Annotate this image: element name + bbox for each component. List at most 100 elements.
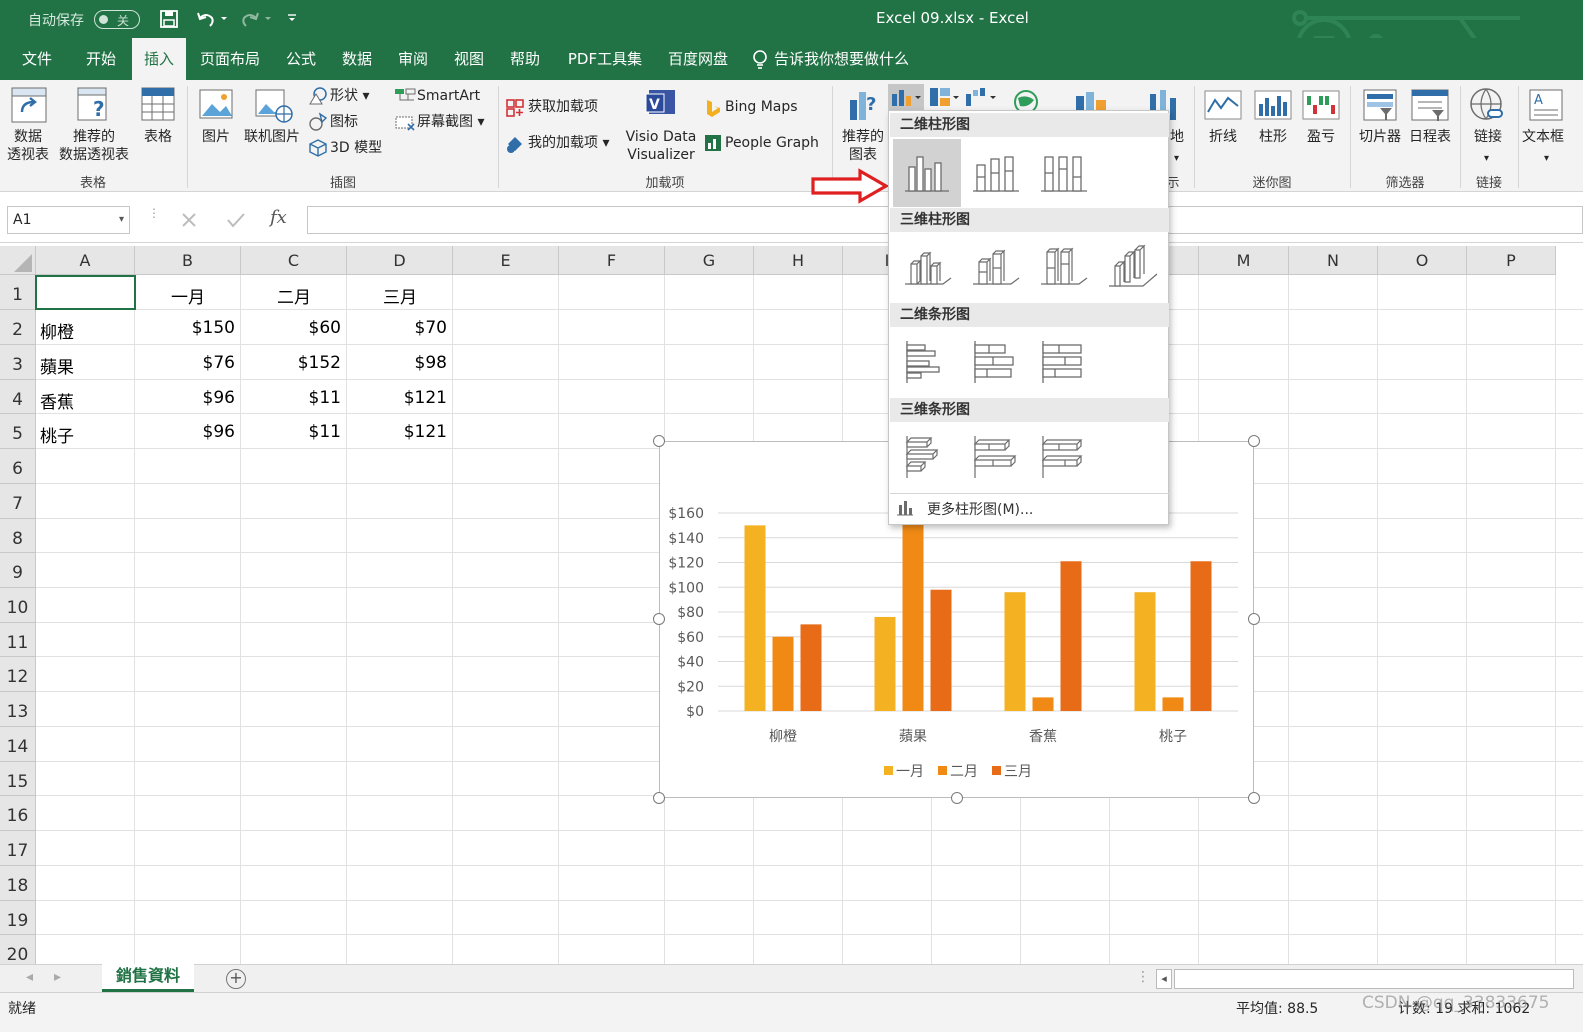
dropdown-arrow[interactable]: ▾ <box>1544 150 1549 168</box>
timeline-button[interactable]: 日程表 <box>1404 128 1456 146</box>
save-icon[interactable] <box>160 10 178 28</box>
chart-bar[interactable] <box>744 525 766 711</box>
tab-home[interactable]: 开始 <box>76 38 126 80</box>
chart-bar[interactable] <box>800 624 822 711</box>
people-graph-button[interactable]: People Graph <box>725 134 819 152</box>
row-header[interactable]: 17 <box>0 831 36 866</box>
link-button[interactable]: 链接 <box>1464 128 1512 146</box>
scroll-left-icon[interactable]: ◂ <box>26 969 33 985</box>
cell[interactable]: $11 <box>241 388 341 408</box>
chart-bar[interactable] <box>1162 697 1184 711</box>
3d-stacked-bar-option[interactable] <box>965 426 1027 488</box>
tab-pdf-tools[interactable]: PDF工具集 <box>562 38 648 80</box>
slicer-button[interactable]: 切片器 <box>1354 128 1406 146</box>
cell[interactable]: $76 <box>135 353 235 373</box>
split-handle-icon[interactable]: ⋮ <box>1136 969 1150 985</box>
3d-clustered-column-option[interactable] <box>897 236 959 298</box>
row-header[interactable]: 10 <box>0 588 36 623</box>
column-header[interactable]: D <box>347 246 453 275</box>
cell[interactable]: 香蕉 <box>40 388 74 413</box>
chart-bar[interactable] <box>902 522 924 711</box>
visio-data-visualizer-button[interactable]: Visio Data Visualizer <box>620 128 702 164</box>
tab-view[interactable]: 视图 <box>446 38 492 80</box>
row-header[interactable]: 6 <box>0 449 36 484</box>
insert-function-icon[interactable]: fx <box>270 207 287 228</box>
column-header[interactable]: F <box>559 246 665 275</box>
column-header[interactable]: N <box>1289 246 1378 275</box>
recommended-pivot-button[interactable]: 推荐的 数据透视表 <box>54 128 134 164</box>
100-stacked-column-option[interactable] <box>1033 143 1095 205</box>
sheet-tab[interactable]: 銷售資料 <box>102 964 194 992</box>
tab-insert[interactable]: 插入 <box>132 38 186 80</box>
tab-help[interactable]: 帮助 <box>502 38 548 80</box>
cell[interactable]: $98 <box>347 353 447 373</box>
row-header[interactable]: 13 <box>0 692 36 727</box>
cell[interactable]: $121 <box>347 388 447 408</box>
my-addins-button[interactable]: 我的加载项 ▾ <box>528 134 609 152</box>
column-header[interactable]: A <box>36 246 135 275</box>
row-header[interactable]: 9 <box>0 553 36 588</box>
table-button[interactable]: 表格 <box>136 128 180 146</box>
add-sheet-icon[interactable]: + <box>226 969 246 989</box>
dropdown-arrow[interactable]: ▾ <box>1484 150 1489 168</box>
pivot-table-button[interactable]: 数据 透视表 <box>2 128 54 164</box>
stacked-column-option[interactable] <box>965 143 1027 205</box>
dropdown-arrow[interactable]: ▾ <box>1174 150 1179 168</box>
sparkline-column-button[interactable]: 柱形 <box>1250 128 1296 146</box>
redo-icon[interactable] <box>240 10 274 28</box>
row-header[interactable]: 15 <box>0 762 36 796</box>
clustered-bar-option[interactable] <box>897 331 959 393</box>
cell[interactable]: $60 <box>241 318 341 338</box>
chart-resize-handle[interactable] <box>653 792 665 804</box>
column-header[interactable]: O <box>1378 246 1467 275</box>
tab-formulas[interactable]: 公式 <box>278 38 324 80</box>
stacked-bar-option[interactable] <box>965 331 1027 393</box>
online-picture-button[interactable]: 联机图片 <box>240 128 304 146</box>
undo-icon[interactable] <box>196 10 230 28</box>
3d-100-stacked-column-option[interactable] <box>1033 236 1095 298</box>
get-addins-button[interactable]: 获取加载项 <box>528 98 598 116</box>
hscroll-left-button[interactable]: ◂ <box>1156 969 1172 989</box>
chart-resize-handle[interactable] <box>1248 435 1260 447</box>
chart-resize-handle[interactable] <box>653 435 665 447</box>
chevron-down-icon[interactable]: ▾ <box>119 207 124 233</box>
autosave-toggle[interactable]: 关 <box>94 10 140 29</box>
column-header[interactable]: G <box>665 246 754 275</box>
chart-bar[interactable] <box>1032 697 1054 711</box>
bing-maps-button[interactable]: Bing Maps <box>725 98 798 116</box>
chart-resize-handle[interactable] <box>951 792 963 804</box>
chart-resize-handle[interactable] <box>653 613 665 625</box>
horizontal-scrollbar[interactable] <box>1174 969 1574 989</box>
tab-data[interactable]: 数据 <box>334 38 380 80</box>
tab-review[interactable]: 审阅 <box>390 38 436 80</box>
3d-100-stacked-bar-option[interactable] <box>1033 426 1095 488</box>
chart-bar[interactable] <box>772 636 794 711</box>
picture-button[interactable]: 图片 <box>194 128 238 146</box>
row-header[interactable]: 8 <box>0 519 36 553</box>
smartart-button[interactable]: SmartArt <box>417 87 480 105</box>
row-header[interactable]: 16 <box>0 796 36 831</box>
scroll-right-icon[interactable]: ▸ <box>54 969 61 985</box>
chart-resize-handle[interactable] <box>1248 613 1260 625</box>
column-header[interactable]: E <box>453 246 559 275</box>
row-header[interactable]: 2 <box>0 310 36 345</box>
formula-bar-grip-icon[interactable]: ⋮ <box>148 207 160 228</box>
row-header[interactable]: 3 <box>0 345 36 380</box>
name-box[interactable]: A1 ▾ <box>7 206 130 234</box>
row-header[interactable]: 7 <box>0 484 36 519</box>
column-header[interactable]: M <box>1199 246 1289 275</box>
cell[interactable]: 一月 <box>135 283 241 308</box>
cell[interactable]: $11 <box>241 422 341 442</box>
column-header[interactable]: C <box>241 246 347 275</box>
3d-column-option[interactable] <box>1103 236 1165 298</box>
row-header[interactable]: 1 <box>0 275 36 310</box>
cell[interactable]: $152 <box>241 353 341 373</box>
chart-bar[interactable] <box>1134 592 1156 711</box>
screenshot-button[interactable]: 屏幕截图 ▾ <box>417 113 484 131</box>
sparkline-winloss-button[interactable]: 盈亏 <box>1298 128 1344 146</box>
column-chart-button[interactable] <box>888 84 924 110</box>
cell[interactable]: 二月 <box>241 283 347 308</box>
row-header[interactable]: 19 <box>0 901 36 935</box>
cell[interactable]: $150 <box>135 318 235 338</box>
tab-baidu-netdisk[interactable]: 百度网盘 <box>660 38 736 80</box>
